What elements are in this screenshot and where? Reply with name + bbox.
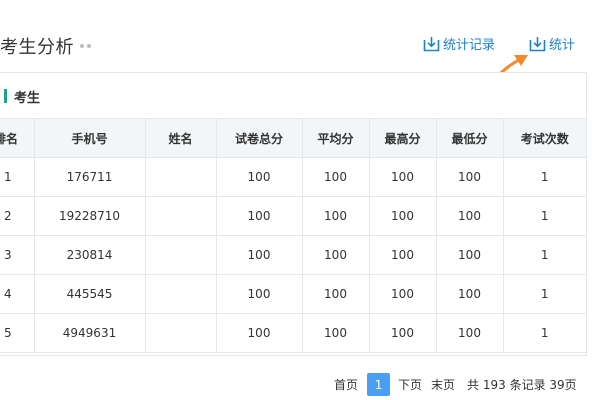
first-page-link[interactable]: 首页 [334, 376, 358, 393]
cell-total-score: 100 [216, 196, 303, 236]
cell-phone: 176711 [34, 157, 146, 197]
cell-average: 100 [302, 235, 370, 275]
page-title: 考生分析 [0, 37, 74, 58]
cell-highest: 100 [369, 196, 437, 236]
panel-title: 考生 [14, 91, 41, 106]
cell-name [145, 313, 217, 353]
cell-total-score: 100 [216, 157, 303, 197]
statistics-records-label: 统计记录 [443, 38, 496, 53]
cell-average: 100 [302, 196, 370, 236]
cell-highest: 100 [369, 235, 437, 275]
last-page-link[interactable]: 末页 [431, 376, 455, 393]
table-row: 3 230814 100 100 100 100 1 [0, 235, 586, 275]
cell-rank: 2 [0, 196, 35, 236]
statistics-records-button[interactable]: 统计记录 [423, 34, 495, 53]
cell-lowest: 100 [436, 235, 504, 275]
statistics-button[interactable]: 统计 [529, 34, 575, 53]
cell-name [145, 157, 217, 197]
column-header-exam-count: 考试次数 [503, 119, 586, 158]
candidates-table: 排名 手机号 姓名 试卷总分 平均分 最高分 最低分 考试次数 1 176711… [0, 119, 586, 353]
column-header-average: 平均分 [302, 119, 370, 158]
cell-total-score: 100 [216, 313, 303, 353]
candidates-panel: 考生 排名 手机号 姓名 试卷总分 平均分 最高分 最低分 考试次数 1 176… [0, 72, 587, 356]
cell-rank: 1 [0, 157, 35, 197]
table-row: 1 176711 100 100 100 100 1 [0, 157, 586, 197]
pagination-summary: 共 193 条记录 39页 [467, 378, 577, 392]
cell-highest: 100 [369, 274, 437, 314]
column-header-total-score: 试卷总分 [216, 119, 303, 158]
table-row: 2 19228710 100 100 100 100 1 [0, 196, 586, 236]
cell-exam-count: 1 [503, 274, 586, 314]
next-page-link[interactable]: 下页 [398, 376, 422, 393]
cell-average: 100 [302, 157, 370, 197]
cell-exam-count: 1 [503, 313, 586, 353]
download-icon [529, 36, 546, 51]
cell-lowest: 100 [436, 196, 504, 236]
cell-lowest: 100 [436, 313, 504, 353]
statistics-label: 统计 [549, 38, 576, 53]
cell-exam-count: 1 [503, 196, 586, 236]
cell-total-score: 100 [216, 235, 303, 275]
pagination: 首页 1 下页 末页 共 193 条记录 39页 [334, 373, 577, 396]
cell-rank: 5 [0, 313, 35, 353]
cell-highest: 100 [369, 313, 437, 353]
cell-lowest: 100 [436, 157, 504, 197]
cell-rank: 3 [0, 235, 35, 275]
title-dots-icon [80, 44, 91, 48]
panel-header: 考生 [0, 73, 586, 119]
cell-phone: 19228710 [34, 196, 146, 236]
column-header-phone: 手机号 [34, 119, 146, 158]
cell-exam-count: 1 [503, 157, 586, 197]
cell-average: 100 [302, 274, 370, 314]
column-header-lowest: 最低分 [436, 119, 504, 158]
cell-phone: 4949631 [34, 313, 146, 353]
cell-name [145, 196, 217, 236]
table-row: 4 445545 100 100 100 100 1 [0, 274, 586, 314]
download-icon [423, 36, 440, 51]
column-header-name: 姓名 [145, 119, 217, 158]
column-header-highest: 最高分 [369, 119, 437, 158]
cell-highest: 100 [369, 157, 437, 197]
cell-phone: 230814 [34, 235, 146, 275]
cell-name [145, 235, 217, 275]
cell-total-score: 100 [216, 274, 303, 314]
cell-rank: 4 [0, 274, 35, 314]
panel-accent-bar [4, 89, 7, 103]
cell-phone: 445545 [34, 274, 146, 314]
table-row: 5 4949631 100 100 100 100 1 [0, 313, 586, 353]
cell-lowest: 100 [436, 274, 504, 314]
table-header-row: 排名 手机号 姓名 试卷总分 平均分 最高分 最低分 考试次数 [0, 119, 586, 158]
cell-name [145, 274, 217, 314]
cell-exam-count: 1 [503, 235, 586, 275]
cell-average: 100 [302, 313, 370, 353]
column-header-rank: 排名 [0, 119, 35, 158]
current-page-button[interactable]: 1 [367, 373, 391, 396]
